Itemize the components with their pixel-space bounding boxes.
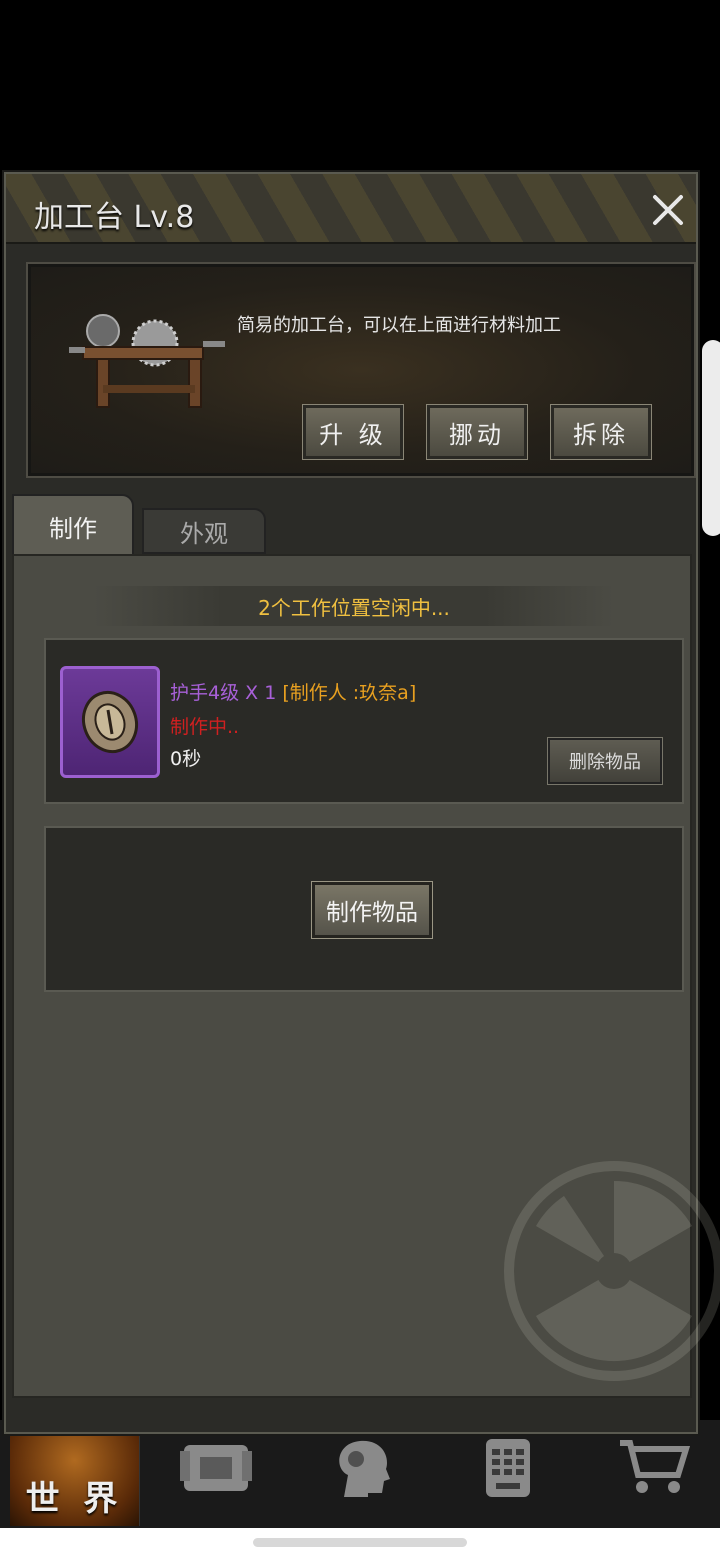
panel-title: 加工台 Lv.8 [34,200,195,235]
nav-world-button[interactable]: 世 界 [10,1432,140,1526]
slots-status: 2个工作位置空闲中... [94,586,614,626]
tab-appearance[interactable]: 外观 [142,508,266,554]
item-icon[interactable] [60,666,160,778]
gauntlet-icon [82,690,138,754]
radiation-watermark-icon [504,1156,720,1386]
item-quantity: X 1 [239,682,283,704]
nav-world-label: 世 界 [25,1479,124,1519]
close-button[interactable] [648,190,688,230]
shop-cart-icon[interactable] [614,1432,694,1502]
panel-header: 加工台 Lv.8 [6,174,696,244]
skill-head-icon[interactable] [322,1432,402,1502]
workbench-image [63,303,233,413]
backpack-icon[interactable] [176,1432,256,1502]
item-name-line: 护手4级 X 1 [制作人 :玖奈a] [170,678,416,705]
dismantle-button[interactable]: 拆除 [550,404,652,460]
phone-icon[interactable] [468,1432,548,1502]
item-maker: [制作人 :玖奈a] [282,682,417,704]
home-indicator[interactable] [253,1538,467,1547]
item-name: 护手4级 [170,682,240,704]
upgrade-button[interactable]: 升 级 [302,404,404,460]
workbench-panel: 加工台 Lv.8 简易的加工台，可以在上面进行材料加工 升 级 挪动 拆除 制作… [4,172,720,1434]
workbench-info: 简易的加工台，可以在上面进行材料加工 升 级 挪动 拆除 [26,262,696,478]
make-item-button[interactable]: 制作物品 [311,881,433,939]
workbench-description: 简易的加工台，可以在上面进行材料加工 [237,315,561,336]
close-icon [653,195,683,225]
craft-content: 2个工作位置空闲中... 护手4级 X 1 [制作人 :玖奈a] 制作中.. 0… [12,554,720,1398]
top-black-area [0,0,720,170]
craft-state: 制作中.. [170,716,240,738]
empty-slot-card: 制作物品 [44,826,684,992]
tab-craft[interactable]: 制作 [12,494,134,558]
delete-item-button[interactable]: 删除物品 [547,737,663,785]
side-edge-handle[interactable] [702,340,720,536]
craft-time: 0秒 [170,748,202,770]
move-button[interactable]: 挪动 [426,404,528,460]
craft-job-card: 护手4级 X 1 [制作人 :玖奈a] 制作中.. 0秒 删除物品 [44,638,684,804]
